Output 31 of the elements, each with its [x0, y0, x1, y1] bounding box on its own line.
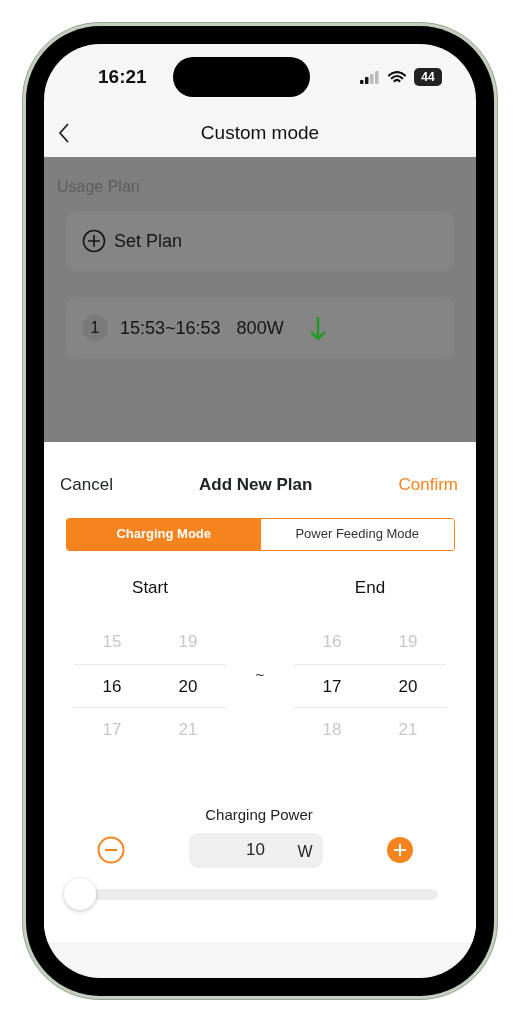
- set-plan-button[interactable]: Set Plan: [66, 211, 454, 271]
- plan-item[interactable]: 1 15:53~16:53 800W: [66, 298, 454, 358]
- minus-button[interactable]: [97, 836, 125, 864]
- picker-option[interactable]: 20: [150, 664, 226, 708]
- add-icon: [82, 229, 106, 253]
- cancel-button[interactable]: Cancel: [60, 472, 113, 498]
- picker-label: Start: [131, 576, 169, 599]
- back-icon[interactable]: [58, 123, 70, 143]
- picker-option[interactable]: 17: [294, 664, 370, 708]
- power-label: Charging Power: [204, 805, 314, 825]
- picker-option[interactable]: 16: [74, 664, 150, 708]
- sheet-title: Add New Plan: [199, 474, 313, 496]
- status-time: 16:21: [98, 64, 147, 89]
- plan-power: 800W: [236, 316, 284, 340]
- plan-number: 1: [82, 315, 108, 341]
- down-arrow-icon: [307, 315, 328, 341]
- confirm-button[interactable]: Confirm: [398, 472, 458, 498]
- signal-icon: [360, 70, 380, 84]
- plus-button[interactable]: [386, 836, 414, 864]
- plan-time: 15:53~16:53: [120, 316, 221, 340]
- mode-tab[interactable]: Charging Mode: [67, 518, 261, 550]
- page-title: Custom mode: [200, 121, 320, 146]
- picker-label: End: [353, 576, 387, 599]
- power-field[interactable]: 10 W: [188, 832, 323, 868]
- battery-indicator: 44: [414, 68, 442, 86]
- wifi-icon: [388, 70, 406, 84]
- slider-thumb[interactable]: [64, 877, 96, 910]
- picker-option[interactable]: 20: [370, 664, 446, 708]
- range-separator: ~: [255, 664, 265, 685]
- unit-label: W: [297, 841, 313, 862]
- power-value: 10: [246, 839, 265, 862]
